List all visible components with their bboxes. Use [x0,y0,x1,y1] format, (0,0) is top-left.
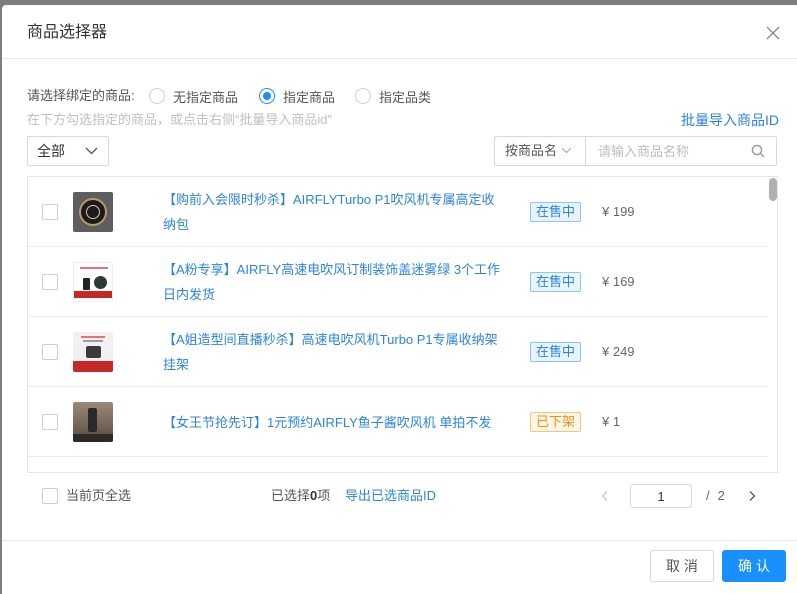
table-row[interactable]: 【A粉专享】AIRFLY高速电吹风订制装饰盖迷雾绿 3个工作日内发货 在售中 ¥… [28,247,768,317]
product-selector-dialog: 商品选择器 请选择绑定的商品: 无指定商品 指定商品 指定品类 在下方勾选指定的… [2,5,797,594]
select-page-checkbox[interactable] [42,488,58,504]
product-title[interactable]: 【购前入会限时秒杀】AIRFLYTurbo P1吹风机专属高定收纳包 [163,187,506,237]
product-title[interactable]: 【A姐造型间直播秒杀】高速电吹风机Turbo P1专属收纳架挂架 [163,327,506,377]
search-input-wrapper [586,137,776,165]
batch-import-link[interactable]: 批量导入商品ID [681,110,779,130]
search-field-value: 按商品名 [505,143,558,158]
table-row-partial[interactable] [28,457,768,473]
product-price: ¥ 199 [602,204,635,219]
product-title[interactable]: 【A粉专享】AIRFLY高速电吹风订制装饰盖迷雾绿 3个工作日内发货 [163,257,506,307]
thumbnail-shape [88,408,97,432]
selected-count-text: 已选择0项 [271,486,330,506]
search-icon[interactable] [751,144,765,158]
product-thumbnail [73,472,113,473]
radio-no-specific-product[interactable]: 无指定商品 [149,86,238,106]
product-price: ¥ 169 [602,274,635,289]
search-input[interactable] [586,137,776,165]
chevron-right-icon[interactable] [746,490,758,502]
cancel-button[interactable]: 取 消 [650,550,714,582]
row-checkbox[interactable] [42,274,58,290]
search-field-select[interactable]: 按商品名 [495,137,586,165]
product-title-cell: 【A粉专享】AIRFLY高速电吹风订制装饰盖迷雾绿 3个工作日内发货 [163,247,506,317]
status-badge: 已下架 [530,412,582,432]
table-row[interactable]: 【购前入会限时秒杀】AIRFLYTurbo P1吹风机专属高定收纳包 在售中 ¥… [28,177,768,247]
list-scrollbar[interactable] [768,177,777,472]
row-checkbox[interactable] [42,204,58,220]
selected-suffix: 项 [317,488,331,503]
status-filter-value: 全部 [37,143,65,159]
thumbnail-shape [81,336,105,338]
product-list: 【购前入会限时秒杀】AIRFLYTurbo P1吹风机专属高定收纳包 在售中 ¥… [27,176,778,473]
product-price: ¥ 249 [602,344,635,359]
status-filter-select[interactable]: 全部 [27,136,109,166]
thumbnail-shape [73,361,113,372]
selection-hint: 在下方勾选指定的商品，或点击右侧“批量导入商品id” [27,112,332,127]
thumbnail-shape [86,346,101,358]
product-title[interactable]: 【女王节抢先订】1元预约AIRFLY鱼子酱吹风机 单拍不发 [163,410,491,435]
product-thumbnail [73,192,113,232]
status-badge: 在售中 [530,272,582,292]
footer-divider [2,540,797,541]
header-divider [2,58,797,59]
table-row[interactable]: 【A姐造型间直播秒杀】高速电吹风机Turbo P1专属收纳架挂架 在售中 ¥ 2… [28,317,768,387]
thumbnail-shape [86,205,100,219]
radio-specific-product[interactable]: 指定商品 [259,86,335,106]
product-title-cell: 【女王节抢先订】1元预约AIRFLY鱼子酱吹风机 单拍不发 [163,387,506,457]
thumbnail-shape [83,340,103,342]
thumbnail-shape [83,278,90,290]
search-group: 按商品名 [494,136,777,166]
row-checkbox[interactable] [42,344,58,360]
product-thumbnail [73,332,113,372]
page-total-count: 2 [717,488,725,503]
select-page-label[interactable]: 当前页全选 [66,486,131,506]
product-price: ¥ 1 [602,414,621,429]
radio-label: 指定品类 [379,89,432,105]
chevron-down-icon [85,147,98,155]
radio-label: 指定商品 [283,89,336,105]
radio-circle[interactable] [259,88,275,104]
page-total: / 2 [706,486,725,506]
chevron-left-icon[interactable] [599,490,611,502]
thumbnail-shape [73,434,113,442]
page-number-input[interactable] [630,484,692,508]
radio-specific-category[interactable]: 指定品类 [355,86,431,106]
dialog-title: 商品选择器 [27,24,108,41]
row-checkbox[interactable] [42,414,58,430]
radio-label: 无指定商品 [173,89,239,105]
chevron-down-icon [561,147,572,154]
radio-circle[interactable] [149,88,165,104]
product-thumbnail [73,402,113,442]
table-row[interactable]: 【女王节抢先订】1元预约AIRFLY鱼子酱吹风机 单拍不发 已下架 ¥ 1 [28,387,768,457]
thumbnail-shape [80,267,108,269]
close-icon[interactable] [766,26,780,40]
thumbnail-shape [74,291,112,298]
product-thumbnail [73,262,113,302]
page-separator: / [706,488,710,503]
selected-prefix: 已选择 [271,488,311,503]
radio-circle[interactable] [355,88,371,104]
product-title-cell: 【购前入会限时秒杀】AIRFLYTurbo P1吹风机专属高定收纳包 [163,177,506,247]
status-badge: 在售中 [530,342,582,362]
product-title-cell: 【A姐造型间直播秒杀】高速电吹风机Turbo P1专属收纳架挂架 [163,317,506,387]
binding-label: 请选择绑定的商品: [27,88,135,103]
export-selected-link[interactable]: 导出已选商品ID [345,486,436,506]
scrollbar-thumb[interactable] [769,178,777,201]
thumbnail-shape [94,276,107,289]
status-badge: 在售中 [530,202,582,222]
confirm-button[interactable]: 确 认 [722,550,786,582]
